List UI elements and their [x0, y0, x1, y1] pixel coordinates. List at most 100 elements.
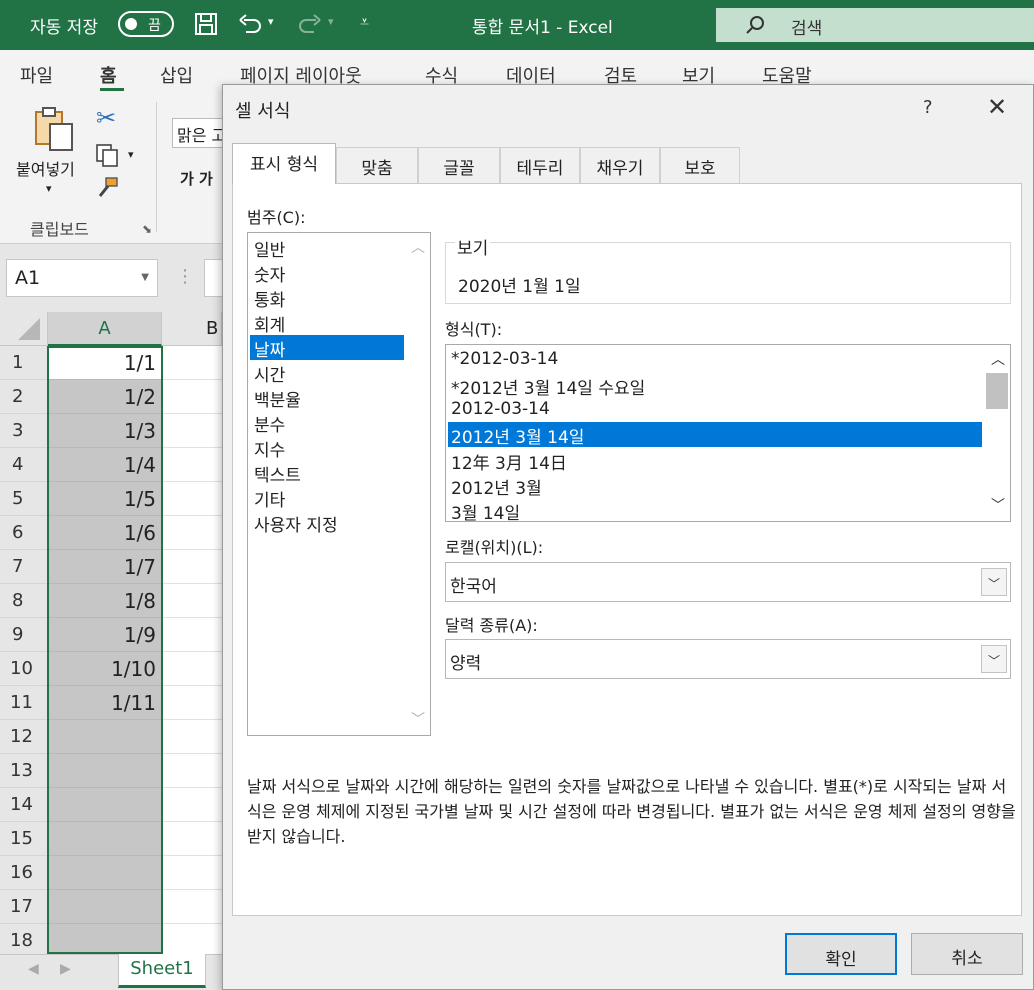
chevron-down-icon[interactable]: ﹀ [981, 645, 1007, 673]
name-box[interactable]: A1 ▼ [6, 259, 158, 297]
bold-button[interactable]: 가 가 [180, 168, 213, 189]
list-item[interactable]: 회계 [250, 310, 404, 336]
tab-number[interactable]: 표시 형식 [232, 143, 336, 184]
cut-icon[interactable]: ✂ [96, 104, 116, 132]
cell-b2[interactable] [162, 380, 222, 414]
tab-file[interactable]: 파일 [20, 62, 53, 88]
clipboard-launcher-icon[interactable]: ⬊ [142, 222, 152, 236]
cell-b14[interactable] [162, 788, 222, 822]
tab-border[interactable]: 테두리 [500, 147, 580, 183]
copy-dropdown-icon[interactable]: ▾ [128, 148, 134, 161]
row-header[interactable]: 8 [0, 584, 48, 618]
search-box[interactable]: 검색 [716, 8, 1034, 42]
cell-b12[interactable] [162, 720, 222, 754]
close-icon[interactable]: ✕ [987, 93, 1007, 121]
ok-button[interactable]: 확인 [785, 933, 897, 975]
redo-dropdown-icon[interactable]: ▾ [328, 15, 334, 28]
tab-fill[interactable]: 채우기 [580, 147, 660, 183]
chevron-down-icon[interactable]: ▼ [141, 272, 149, 283]
scroll-thumb[interactable] [986, 373, 1008, 409]
tab-insert[interactable]: 삽입 [160, 62, 193, 88]
cell-b7[interactable] [162, 550, 222, 584]
row-header[interactable]: 4 [0, 448, 48, 482]
tab-protection[interactable]: 보호 [660, 147, 740, 183]
cell-b3[interactable] [162, 414, 222, 448]
chevron-up-icon[interactable]: ︿ [406, 237, 430, 257]
undo-dropdown-icon[interactable]: ▾ [268, 15, 274, 28]
list-item[interactable]: 백분율 [250, 385, 404, 411]
cell-b13[interactable] [162, 754, 222, 788]
cell-b1[interactable] [162, 346, 222, 380]
format-painter-icon[interactable] [96, 176, 120, 200]
list-item[interactable]: 분수 [250, 410, 404, 436]
list-item[interactable]: 지수 [250, 435, 404, 461]
row-header[interactable]: 14 [0, 788, 48, 822]
cancel-button[interactable]: 취소 [911, 933, 1023, 975]
list-item[interactable]: 3월 14일 [448, 498, 982, 524]
help-icon[interactable]: ? [923, 97, 933, 118]
cell-b9[interactable] [162, 618, 222, 652]
list-item[interactable]: 숫자 [250, 260, 404, 286]
row-header[interactable]: 12 [0, 720, 48, 754]
paste-icon[interactable] [30, 106, 78, 154]
row-header[interactable]: 2 [0, 380, 48, 414]
redo-icon[interactable] [296, 10, 324, 38]
cell-b4[interactable] [162, 448, 222, 482]
row-header[interactable]: 16 [0, 856, 48, 890]
chevron-down-icon[interactable]: ﹀ [406, 709, 430, 729]
row-header[interactable]: 18 [0, 924, 48, 954]
autosave-toggle[interactable]: 끔 [118, 11, 174, 37]
list-item[interactable]: 2012-03-14 [448, 398, 982, 423]
paste-dropdown-icon[interactable]: ▾ [46, 182, 52, 195]
save-icon[interactable] [192, 10, 220, 38]
tab-font[interactable]: 글꼴 [418, 147, 500, 183]
type-list[interactable]: *2012-03-14 *2012년 3월 14일 수요일 2012-03-14… [445, 344, 1011, 524]
list-item[interactable]: 시간 [250, 360, 404, 386]
row-header[interactable]: 17 [0, 890, 48, 924]
row-header[interactable]: 15 [0, 822, 48, 856]
prev-sheet-icon[interactable]: ◀ [28, 961, 39, 977]
cell-b18[interactable] [162, 924, 222, 954]
row-header[interactable]: 3 [0, 414, 48, 448]
cell-b16[interactable] [162, 856, 222, 890]
list-item-selected[interactable]: 날짜 [250, 335, 404, 361]
cell-b15[interactable] [162, 822, 222, 856]
column-header-b[interactable]: B [162, 312, 222, 346]
cell-b8[interactable] [162, 584, 222, 618]
sheet-tab-sheet1[interactable]: Sheet1 [118, 954, 206, 988]
list-item[interactable]: 12年 3月 14日 [448, 448, 982, 474]
chevron-down-icon[interactable]: ﹀ [986, 495, 1010, 515]
type-scrollbar[interactable]: ︿ ﹀ [986, 345, 1010, 521]
tab-home[interactable]: 홈 [100, 62, 117, 88]
locale-select[interactable]: 한국어 ﹀ [445, 562, 1011, 602]
list-item[interactable]: 텍스트 [250, 460, 404, 486]
row-header[interactable]: 7 [0, 550, 48, 584]
chevron-down-icon[interactable]: ﹀ [981, 568, 1007, 596]
list-item[interactable]: 2012년 3월 [448, 473, 982, 499]
list-item[interactable]: *2012-03-14 [448, 348, 982, 373]
cell-b5[interactable] [162, 482, 222, 516]
tab-alignment[interactable]: 맞춤 [336, 147, 418, 183]
copy-icon[interactable] [94, 142, 120, 168]
row-header[interactable]: 11 [0, 686, 48, 720]
list-item[interactable]: 기타 [250, 485, 404, 511]
calendar-select[interactable]: 양력 ﹀ [445, 639, 1011, 679]
select-all-button[interactable] [0, 312, 48, 346]
category-list[interactable]: 일반 숫자 통화 회계 날짜 시간 백분율 분수 지수 텍스트 기타 사용자 지… [247, 232, 431, 736]
row-header[interactable]: 5 [0, 482, 48, 516]
row-header[interactable]: 9 [0, 618, 48, 652]
list-item[interactable]: 일반 [250, 235, 404, 261]
customize-toolbar-icon[interactable]: ⩡ [360, 12, 369, 32]
paste-label[interactable]: 붙여넣기 [16, 156, 75, 180]
list-item-selected[interactable]: 2012년 3월 14일 [448, 422, 982, 448]
undo-icon[interactable] [236, 10, 264, 38]
cell-b11[interactable] [162, 686, 222, 720]
row-header[interactable]: 13 [0, 754, 48, 788]
cell-b6[interactable] [162, 516, 222, 550]
cell-b10[interactable] [162, 652, 222, 686]
next-sheet-icon[interactable]: ▶ [60, 961, 71, 977]
row-header[interactable]: 6 [0, 516, 48, 550]
row-header[interactable]: 10 [0, 652, 48, 686]
cell-b17[interactable] [162, 890, 222, 924]
list-item[interactable]: 통화 [250, 285, 404, 311]
